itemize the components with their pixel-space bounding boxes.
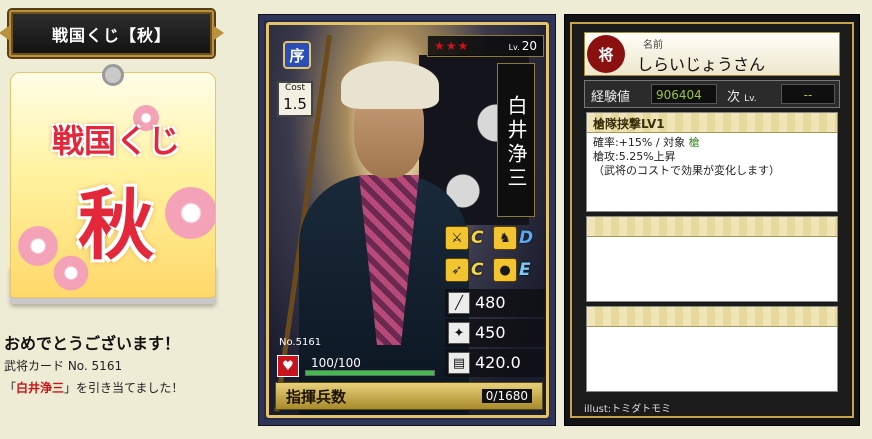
defense-icon: ✦ xyxy=(448,322,470,344)
name-card: 将 名前 しらいじょうさん xyxy=(584,32,840,76)
experience-row: 経験値 906404 次 Lv. -- xyxy=(584,80,840,108)
drawn-general-name: 白井浄三 xyxy=(16,381,65,395)
general-name: 白井浄三 xyxy=(497,63,535,217)
next-label: 次 xyxy=(727,90,741,105)
general-rank-icon: 将 xyxy=(587,35,625,73)
intelligence-icon: ▤ xyxy=(448,352,470,374)
stat-attack: ╱ 480 xyxy=(445,289,545,317)
rank-badge: 序 xyxy=(283,41,311,69)
exp-value: 906404 xyxy=(651,84,717,104)
troops-bar: 指揮兵数 0/1680 xyxy=(275,382,543,410)
aptitudes: ⚔ C ♞ D ➶ C ● E xyxy=(445,225,539,285)
aptitude-grade: D xyxy=(519,228,534,248)
card-number: No.5161 xyxy=(279,337,322,348)
drawn-result-text: 「白井浄三」を引き当てました！ xyxy=(4,381,184,395)
skill-line: 確率:+15% / 対象 槍 xyxy=(593,136,700,149)
skill-name xyxy=(587,307,837,327)
hp-text: 100/100 xyxy=(311,356,361,370)
illustrator-credit: illust:トミダトモミ xyxy=(584,404,672,415)
cost-label: Cost xyxy=(284,83,305,93)
hp-gauge: ♥ 100/100 xyxy=(277,355,447,377)
cost-value: 1.5 xyxy=(283,95,307,113)
general-info: 将 名前 しらいじょうさん 経験値 906404 次 Lv. -- 槍隊挟撃LV… xyxy=(570,22,854,418)
banner-title: 戦国くじ【秋】 xyxy=(51,25,171,45)
foot-soldier-icon: ⚔ xyxy=(445,226,469,250)
ticket-title: 戦国くじ xyxy=(51,122,180,160)
attack-icon: ╱ xyxy=(448,292,470,314)
name-reading: しらいじょうさん xyxy=(637,55,766,74)
aptitude-cavalry: ♞ D xyxy=(493,225,537,251)
aptitude-grade: C xyxy=(471,260,484,280)
siege-icon: ● xyxy=(493,258,517,282)
stat-defense: ✦ 450 xyxy=(445,319,545,347)
troops-label: 指揮兵数 xyxy=(286,388,347,406)
rarity-stars: ★★★ xyxy=(434,39,470,53)
hp-fill xyxy=(306,371,434,375)
cavalry-icon: ♞ xyxy=(493,226,517,250)
skill-name xyxy=(587,217,837,237)
skill-line: 槍攻:5.25%上昇 xyxy=(593,150,676,163)
lottery-banner: 戦国くじ【秋】 xyxy=(9,10,214,57)
general-card[interactable]: 序 Cost 1.5 ★★★ Lv. 20 白井浄三 ⚔ C ♞ D ➶ C ● E ╱ 4… xyxy=(266,22,549,418)
stat-intelligence: ▤ 420.0 xyxy=(445,349,545,377)
aptitude-siege: ● E xyxy=(493,257,537,283)
skill-slot-3[interactable] xyxy=(586,306,838,392)
bow-icon: ➶ xyxy=(445,258,469,282)
skill-line: （武将のコストで効果が変化します） xyxy=(593,164,780,177)
skill-slot-1[interactable]: 槍隊挟撃LV1 確率:+15% / 対象 槍 槍攻:5.25%上昇 （武将のコス… xyxy=(586,112,838,212)
name-label: 名前 xyxy=(643,40,663,51)
troops-value: 0/1680 xyxy=(481,389,532,403)
ring-icon xyxy=(102,64,124,86)
aptitude-grade: E xyxy=(519,260,531,280)
lottery-ticket-image: 戦国くじ 秋 xyxy=(8,64,220,312)
aptitude-foot: ⚔ C xyxy=(445,225,489,251)
ticket-big-char: 秋 xyxy=(78,181,154,270)
skill-name: 槍隊挟撃LV1 xyxy=(587,113,837,133)
rarity-level-bar: ★★★ Lv. 20 xyxy=(427,35,544,57)
congrats-text: おめでとうございます！ xyxy=(4,334,181,353)
level-value: 20 xyxy=(521,39,537,53)
aptitude-grade: C xyxy=(471,228,484,248)
next-lv-label: Lv. xyxy=(744,94,757,104)
level-label: Lv. xyxy=(508,43,520,52)
card-number-text: 武将カード No. 5161 xyxy=(4,359,123,373)
cost-box: Cost 1.5 xyxy=(277,81,313,117)
next-value: -- xyxy=(781,84,835,104)
aptitude-bow: ➶ C xyxy=(445,257,489,283)
heart-icon: ♥ xyxy=(277,355,299,377)
exp-label: 経験値 xyxy=(591,90,631,105)
skill-slot-2[interactable] xyxy=(586,216,838,302)
